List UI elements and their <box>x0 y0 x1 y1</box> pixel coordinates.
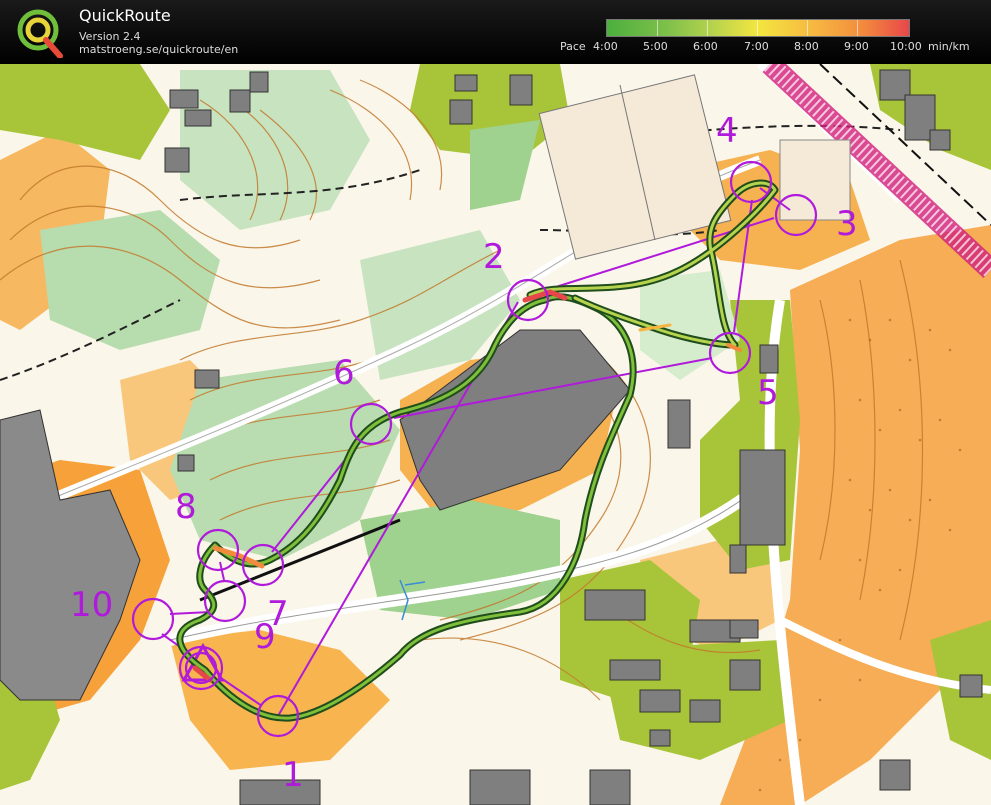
pace-tick: 4:00 <box>593 40 618 53</box>
control-number-8: 8 <box>175 487 197 527</box>
pace-label: Pace <box>560 40 586 53</box>
pace-tick: 9:00 <box>844 40 869 53</box>
control-number-3: 3 <box>836 204 858 244</box>
pace-tick: 10:00 <box>890 40 922 53</box>
control-number-9: 9 <box>254 617 276 657</box>
pace-unit: min/km <box>928 40 970 53</box>
pace-tick: 6:00 <box>693 40 718 53</box>
control-number-6: 6 <box>333 353 355 393</box>
pace-color-scale <box>606 19 910 37</box>
app-title: QuickRoute <box>79 6 171 25</box>
control-number-2: 2 <box>483 237 505 277</box>
orienteering-map[interactable]: 1 2 3 4 5 6 7 8 9 10 <box>0 64 991 805</box>
control-number-4: 4 <box>716 111 738 151</box>
app-header: QuickRoute Version 2.4 matstroeng.se/qui… <box>0 0 991 64</box>
app-url[interactable]: matstroeng.se/quickroute/en <box>79 43 238 56</box>
control-number-10: 10 <box>70 585 113 625</box>
pace-tick: 7:00 <box>744 40 769 53</box>
control-number-1: 1 <box>282 755 304 795</box>
pace-tick: 5:00 <box>643 40 668 53</box>
control-number-5: 5 <box>757 373 779 413</box>
quickroute-logo-icon <box>17 9 63 58</box>
app-version: Version 2.4 <box>79 30 141 43</box>
pace-tick: 8:00 <box>794 40 819 53</box>
map-canvas: 1 2 3 4 5 6 7 8 9 10 <box>0 64 991 805</box>
